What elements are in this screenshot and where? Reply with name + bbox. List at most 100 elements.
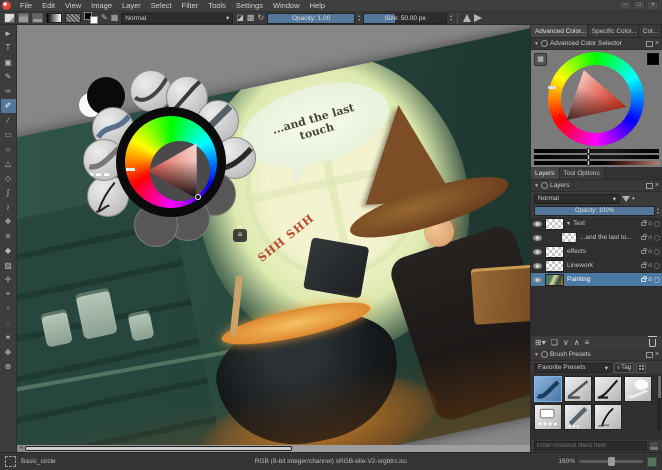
add-layer-button[interactable]: ⊞▾ [535,338,546,347]
fg-bg-color-selector[interactable] [84,12,98,24]
close-docker-icon[interactable]: × [655,41,659,47]
menu-window[interactable]: Window [268,1,305,10]
size-spinner[interactable]: ▴▾ [450,14,452,22]
layer-style-icon[interactable] [654,221,660,227]
zoom-fit-button[interactable] [647,457,657,467]
preset-pencil[interactable] [564,376,592,402]
tool-bezier[interactable]: ∫ [1,186,16,201]
tool-calligraphy[interactable]: ✑ [1,84,16,99]
edit-shapes-icon[interactable]: ✎ [101,13,108,23]
move-layer-down-button[interactable]: ∨ [563,338,569,347]
menu-file[interactable]: File [15,1,37,10]
tool-fill[interactable]: ◆ [1,244,16,259]
menu-tools[interactable]: Tools [203,1,231,10]
tool-rectangle[interactable]: ▭ [1,128,16,143]
eraser-mode-icon[interactable]: ◪ [236,13,244,23]
canvas-area[interactable]: ...and the last touch SHH SHH [17,25,530,452]
minimize-button[interactable]: – [619,1,631,10]
menu-view[interactable]: View [60,1,86,10]
collapse-caret-icon[interactable]: ▼ [534,352,539,358]
layer-style-icon[interactable] [654,235,660,241]
scrollbar-thumb[interactable] [25,446,292,451]
collapse-caret-icon[interactable]: ▼ [534,183,539,189]
preset-filter-dropdown[interactable]: Favorite Presets▾ [534,363,612,373]
open-document-button[interactable] [18,13,29,23]
menu-settings[interactable]: Settings [231,1,268,10]
tool-freehand-path[interactable]: ≀ [1,200,16,215]
tab-specific-color[interactable]: Specific Color... [588,25,639,37]
pattern-chooser[interactable] [65,13,81,23]
tag-button[interactable]: ⬨ Tag [614,363,634,373]
color-selector-settings-button[interactable]: ▦ [534,53,547,66]
save-resource-icon[interactable] [649,441,659,451]
preset-airbrush[interactable] [624,376,652,402]
gradient-chooser[interactable] [46,13,62,23]
layer-style-icon[interactable] [654,249,660,255]
popup-color-wheel[interactable] [116,107,226,217]
menu-help[interactable]: Help [305,1,330,10]
menu-filter[interactable]: Filter [177,1,204,10]
tab-advanced-color[interactable]: Advanced Color... [531,25,588,37]
zoom-slider-thumb[interactable] [608,457,615,466]
lock-icon[interactable] [641,264,646,268]
resource-filter-input[interactable] [534,441,647,451]
close-button[interactable]: × [647,1,659,10]
tool-dynamic-brush[interactable]: ❖ [1,215,16,230]
lock-icon[interactable] [641,250,646,254]
tool-polygon[interactable]: △ [1,157,16,172]
size-slider[interactable]: Size: 50.00 px [363,13,447,24]
tool-rect-select[interactable]: ▫ [1,302,16,317]
menu-image[interactable]: Image [86,1,117,10]
delete-layer-button[interactable] [649,339,656,347]
tool-multibrush[interactable]: ✳ [1,229,16,244]
scroll-left-arrow[interactable]: ◂ [17,445,25,452]
close-docker-icon[interactable]: × [655,352,659,358]
zoom-slider[interactable] [579,460,643,463]
popup-menu-button[interactable]: ≡ [233,229,247,242]
maximize-button[interactable]: □ [633,1,645,10]
mirror-horizontal-button[interactable] [463,14,471,22]
tool-polyline[interactable]: ◇ [1,171,16,186]
background-color-swatch[interactable] [90,16,98,24]
lock-icon[interactable] [641,222,646,226]
preset-scrollbar[interactable] [657,376,661,430]
layer-row-text[interactable]: ▾ Text α [531,217,662,231]
preset-pencil-soft[interactable] [564,404,592,430]
save-button[interactable] [32,13,43,23]
lock-icon[interactable] [641,236,646,240]
layer-blend-mode-dropdown[interactable]: Normal▾ [534,194,620,204]
tool-freehand-brush[interactable]: ✐ [1,99,16,114]
collapse-caret-icon[interactable]: ▼ [534,41,539,47]
alpha-lock-icon[interactable]: α [648,277,652,283]
tool-gradient[interactable]: ▨ [1,258,16,273]
layer-properties-button[interactable]: ≡ [585,338,590,347]
layer-row-painting[interactable]: Painting α [531,273,662,287]
tool-ellipse[interactable]: ○ [1,142,16,157]
layer-style-icon[interactable] [654,263,660,269]
alpha-lock-icon[interactable]: α [648,235,652,241]
current-color-swatch[interactable] [647,53,659,65]
layer-row-speech[interactable]: ...and the last to... α [531,231,662,245]
tab-tool-options[interactable]: Tool Options [560,167,605,179]
blend-mode-dropdown[interactable]: Normal▾ [121,13,233,24]
opacity-slider[interactable]: Opacity: 1.00 [267,13,355,24]
preset-view-mode-icon[interactable] [636,363,646,373]
new-document-button[interactable] [4,13,15,23]
alpha-lock-icon[interactable]: α [648,263,652,269]
tool-crop[interactable]: ▣ [1,55,16,70]
alpha-lock-icon[interactable]: α [648,221,652,227]
layer-filter-icon[interactable] [622,196,630,202]
tool-measure[interactable]: ⌖ [1,287,16,302]
preset-eraser[interactable] [534,404,562,430]
layer-visibility-icon[interactable] [533,235,542,241]
layer-opacity-spinner[interactable]: ▴▾ [657,207,659,215]
move-layer-up-button[interactable]: ∧ [574,338,580,347]
lock-icon[interactable] [641,278,646,282]
preset-basic-wet[interactable] [534,376,562,402]
shade-slider-1[interactable] [534,149,659,153]
group-folder-icon[interactable]: ▾ [567,220,570,227]
tab-layers[interactable]: Layers [531,167,560,179]
menu-edit[interactable]: Edit [37,1,60,10]
layer-row-effects[interactable]: effects α [531,245,662,259]
chevron-down-icon[interactable]: ▾ [632,196,635,202]
